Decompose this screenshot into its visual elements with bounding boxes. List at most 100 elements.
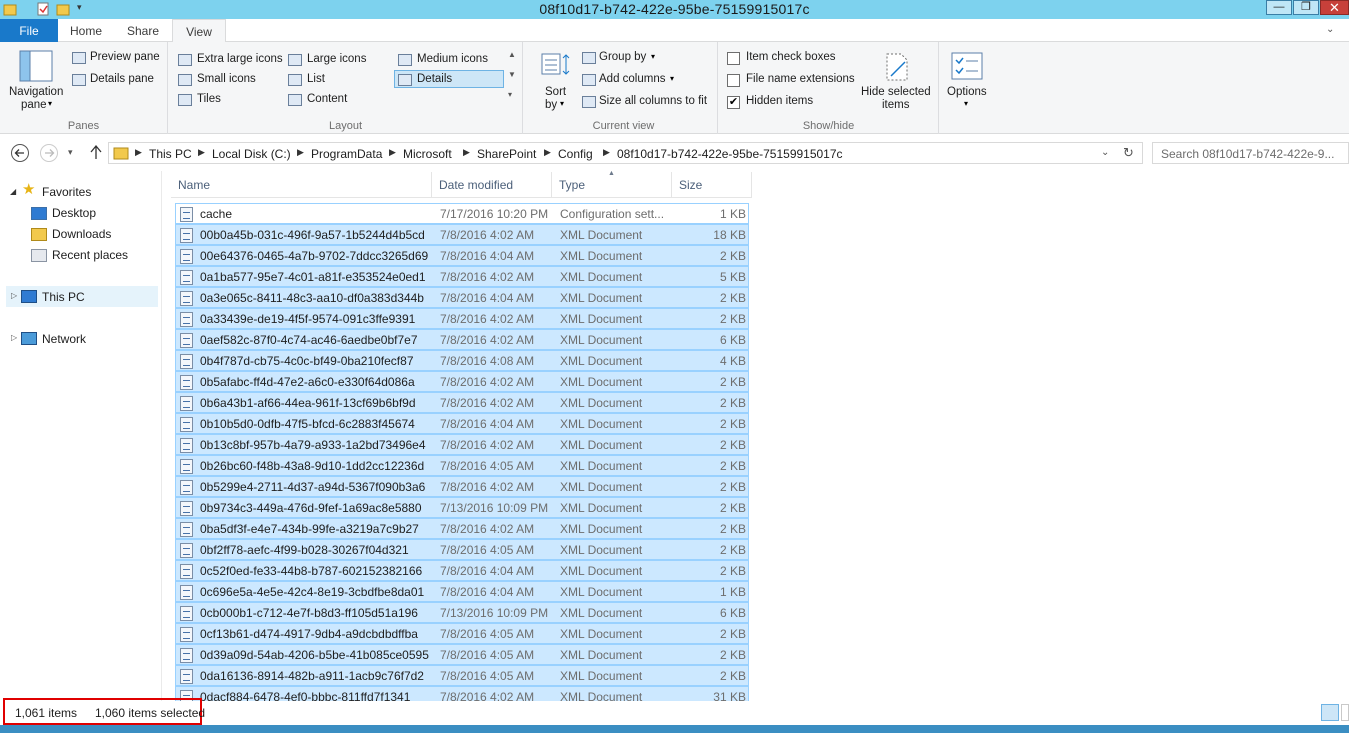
- layout-large-icons[interactable]: Large icons: [307, 53, 366, 65]
- nav-recent-places[interactable]: Recent places: [52, 248, 128, 262]
- maximize-button[interactable]: ❐: [1293, 0, 1319, 15]
- size-all-columns-button[interactable]: Size all columns to fit: [599, 95, 707, 107]
- sort-by-label-2[interactable]: by: [545, 99, 557, 111]
- breadcrumb-separator[interactable]: ▶: [389, 147, 396, 158]
- table-row[interactable]: 0b26bc60-f48b-43a8-9d10-1dd2cc12236d 7/8/…: [175, 455, 749, 476]
- nav-downloads[interactable]: Downloads: [52, 227, 111, 241]
- options-icon[interactable]: [951, 52, 983, 83]
- address-bar[interactable]: ▶ This PC ▶ Local Disk (C:) ▶ ProgramDat…: [108, 142, 1143, 164]
- expand-arrow-icon[interactable]: ◢: [10, 187, 16, 196]
- navigation-pane-icon[interactable]: [19, 50, 53, 85]
- breadcrumb-separator[interactable]: ▶: [135, 147, 142, 158]
- hide-selected-items-label[interactable]: Hide selected: [861, 86, 931, 98]
- table-row[interactable]: 0c696e5a-4e5e-42c4-8e19-3cbdfbe8da01 7/8/…: [175, 581, 749, 602]
- layout-small-icons[interactable]: Small icons: [197, 73, 256, 85]
- close-button[interactable]: ✕: [1320, 0, 1349, 15]
- hidden-items-label[interactable]: Hidden items: [746, 95, 813, 107]
- table-row[interactable]: 00e64376-0465-4a7b-9702-7ddcc3265d69 7/8/…: [175, 245, 749, 266]
- expand-arrow-icon[interactable]: ▷: [11, 291, 17, 300]
- breadcrumb-separator[interactable]: ▶: [603, 147, 610, 158]
- sort-by-label[interactable]: Sort: [545, 86, 566, 98]
- column-header-size[interactable]: Size: [672, 172, 752, 198]
- breadcrumb-separator[interactable]: ▶: [297, 147, 304, 158]
- item-check-boxes-label[interactable]: Item check boxes: [746, 51, 835, 63]
- breadcrumb-local-disk[interactable]: Local Disk (C:): [212, 147, 291, 161]
- layout-medium-icons[interactable]: Medium icons: [417, 53, 488, 65]
- table-row[interactable]: 0dacf884-6478-4ef0-bbbc-811ffd7f1341 7/8/…: [175, 686, 749, 701]
- preview-pane-button[interactable]: Preview pane: [90, 51, 160, 63]
- breadcrumb-current-folder[interactable]: 08f10d17-b742-422e-95be-75159915017c: [617, 147, 843, 161]
- navigation-pane-label[interactable]: Navigation: [9, 86, 63, 98]
- table-row[interactable]: 0c52f0ed-fe33-44b8-b787-602152382166 7/8/…: [175, 560, 749, 581]
- table-row[interactable]: 0cf13b61-d474-4917-9db4-a9dcbdbdffba 7/8/…: [175, 623, 749, 644]
- column-header-date-modified[interactable]: Date modified: [432, 172, 552, 198]
- table-row[interactable]: cache 7/17/2016 10:20 PM Configuration set…: [175, 203, 749, 224]
- breadcrumb-separator[interactable]: ▶: [544, 147, 551, 158]
- expand-arrow-icon[interactable]: ▷: [11, 333, 17, 342]
- table-row[interactable]: 0aef582c-87f0-4c74-ac46-6aedbe0bf7e7 7/8/…: [175, 329, 749, 350]
- tab-home[interactable]: Home: [60, 19, 112, 43]
- search-input[interactable]: Search 08f10d17-b742-422e-9...: [1152, 142, 1349, 164]
- layout-list[interactable]: List: [307, 73, 325, 85]
- tab-file[interactable]: File: [0, 19, 58, 43]
- table-row[interactable]: 0da16136-8914-482b-a911-1acb9c76f7d2 7/8/…: [175, 665, 749, 686]
- nav-desktop[interactable]: Desktop: [52, 206, 96, 220]
- breadcrumb-sharepoint[interactable]: SharePoint: [477, 147, 536, 161]
- layout-details[interactable]: Details: [417, 73, 452, 85]
- breadcrumb-separator[interactable]: ▶: [463, 147, 470, 158]
- forward-arrow-icon[interactable]: [39, 143, 59, 166]
- up-arrow-icon[interactable]: [89, 144, 103, 163]
- hide-selected-items-icon[interactable]: [883, 52, 911, 85]
- table-row[interactable]: 0cb000b1-c712-4e7f-b8d3-ff105d51a196 7/13…: [175, 602, 749, 623]
- layout-scroll-down-icon[interactable]: ▼: [508, 70, 516, 79]
- address-dropdown-icon[interactable]: ⌄: [1101, 147, 1109, 158]
- column-header-name[interactable]: Name: [171, 172, 432, 198]
- breadcrumb-this-pc[interactable]: This PC: [149, 147, 192, 161]
- refresh-icon[interactable]: ↻: [1123, 145, 1134, 161]
- table-row[interactable]: 0b5299e4-2711-4d37-a94d-5367f090b3a6 7/8/…: [175, 476, 749, 497]
- table-row[interactable]: 0a1ba577-95e7-4c01-a81f-e353524e0ed1 7/8/…: [175, 266, 749, 287]
- nav-this-pc[interactable]: This PC: [42, 290, 85, 304]
- table-row[interactable]: 0ba5df3f-e4e7-434b-99fe-a3219a7c9b27 7/8/…: [175, 518, 749, 539]
- nav-network[interactable]: Network: [42, 332, 86, 346]
- hide-selected-items-label-2[interactable]: items: [882, 99, 909, 111]
- table-row[interactable]: 0a33439e-de19-4f5f-9574-091c3ffe9391 7/8/…: [175, 308, 749, 329]
- table-row[interactable]: 00b0a45b-031c-496f-9a57-1b5244d4b5cd 7/8/…: [175, 224, 749, 245]
- table-row[interactable]: 0b13c8bf-957b-4a79-a933-1a2bd73496e4 7/8/…: [175, 434, 749, 455]
- tab-view[interactable]: View: [172, 19, 226, 43]
- large-icons-view-toggle-icon[interactable]: [1341, 704, 1349, 721]
- table-row[interactable]: 0b5afabc-ff4d-47e2-a6c0-e330f64d086a 7/8/…: [175, 371, 749, 392]
- table-row[interactable]: 0b10b5d0-0dfb-47f5-bfcd-6c2883f45674 7/8/…: [175, 413, 749, 434]
- file-name-extensions-checkbox[interactable]: [727, 74, 740, 87]
- file-name-extensions-label[interactable]: File name extensions: [746, 73, 855, 85]
- navigation-pane-label-2[interactable]: pane: [21, 99, 47, 111]
- add-columns-button[interactable]: Add columns: [599, 73, 665, 85]
- table-row[interactable]: 0b4f787d-cb75-4c0c-bf49-0ba210fecf87 7/8/…: [175, 350, 749, 371]
- sort-by-icon[interactable]: [541, 52, 571, 81]
- details-pane-button[interactable]: Details pane: [90, 73, 154, 85]
- nav-favorites[interactable]: Favorites: [42, 185, 91, 199]
- table-row[interactable]: 0bf2ff78-aefc-4f99-b028-30267f04d321 7/8/…: [175, 539, 749, 560]
- options-button[interactable]: Options: [947, 86, 987, 98]
- table-row[interactable]: 0a3e065c-8411-48c3-aa10-df0a383d344b 7/8/…: [175, 287, 749, 308]
- hidden-items-checkbox[interactable]: ✔: [727, 96, 740, 109]
- layout-more-icon[interactable]: ▾: [508, 90, 512, 99]
- layout-scroll-up-icon[interactable]: ▲: [508, 50, 516, 59]
- nav-pane-divider[interactable]: [161, 171, 162, 701]
- breadcrumb-config[interactable]: Config: [558, 147, 593, 161]
- minimize-button[interactable]: —: [1266, 0, 1292, 15]
- collapse-ribbon-icon[interactable]: ⌄: [1326, 24, 1334, 35]
- breadcrumb-microsoft[interactable]: Microsoft: [403, 147, 452, 161]
- breadcrumb-programdata[interactable]: ProgramData: [311, 147, 382, 161]
- item-check-boxes-checkbox[interactable]: [727, 52, 740, 65]
- table-row[interactable]: 0b9734c3-449a-476d-9fef-1a69ac8e5880 7/13…: [175, 497, 749, 518]
- back-arrow-icon[interactable]: [10, 143, 30, 166]
- group-by-button[interactable]: Group by: [599, 51, 646, 63]
- layout-content[interactable]: Content: [307, 93, 347, 105]
- table-row[interactable]: 0b6a43b1-af66-44ea-961f-13cf69b6bf9d 7/8/…: [175, 392, 749, 413]
- layout-extra-large-icons[interactable]: Extra large icons: [197, 53, 283, 65]
- details-view-toggle-icon[interactable]: [1321, 704, 1339, 721]
- breadcrumb-separator[interactable]: ▶: [198, 147, 205, 158]
- layout-tiles[interactable]: Tiles: [197, 93, 221, 105]
- tab-share[interactable]: Share: [116, 19, 170, 43]
